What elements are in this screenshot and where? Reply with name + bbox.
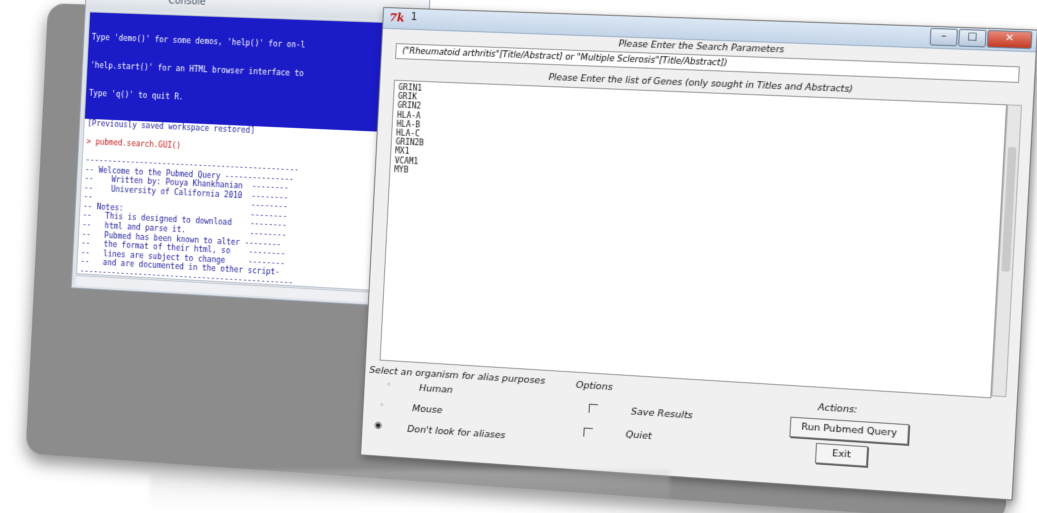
banner-line: Type 'q()' to quit R.: [89, 89, 417, 112]
radio-label-no-aliases: Don't look for aliases: [407, 424, 506, 442]
tk-app-icon: 7k: [389, 11, 405, 24]
pubmed-query-window: 7k 1 – □ ✕ Please Enter the Search Param…: [360, 7, 1037, 501]
banner-line: Type 'demo()' for some demos, 'help()' f…: [92, 33, 420, 55]
window-reflection: [150, 470, 670, 510]
save-results-checkbox[interactable]: [589, 404, 598, 414]
exit-button[interactable]: Exit: [815, 443, 868, 467]
minimize-button[interactable]: –: [930, 28, 958, 47]
genes-textarea[interactable]: GRIN1 GRIK GRIN2 HLA-A HLA-B HLA-C GRIN2B MX1 VC…: [380, 80, 1008, 399]
window-controls: – □ ✕: [930, 28, 1033, 49]
quiet-label: Quiet: [625, 429, 652, 442]
banner-line: 'help.start()' for an HTML browser inter…: [90, 61, 418, 83]
radio-label-mouse: Mouse: [412, 403, 443, 416]
radio-mouse[interactable]: ◦: [379, 402, 387, 410]
perspective-frame: Console Type 'demo()' for some demos, 'h…: [25, 0, 1037, 513]
maximize-button[interactable]: □: [958, 29, 987, 48]
r-console-banner: Type 'demo()' for some demos, 'help()' f…: [85, 12, 423, 133]
options-section-title: Options: [576, 380, 613, 393]
scrollbar-thumb[interactable]: [1001, 147, 1016, 272]
actions-section-title: Actions:: [818, 402, 858, 416]
save-results-label: Save Results: [631, 406, 693, 421]
radio-label-human: Human: [419, 383, 453, 396]
radio-no-aliases[interactable]: ◉: [374, 422, 382, 430]
screenshot-stage: Console Type 'demo()' for some demos, 'h…: [0, 0, 1037, 513]
quiet-checkbox[interactable]: [583, 428, 592, 438]
close-button[interactable]: ✕: [987, 30, 1033, 49]
gene-list: GRIN1 GRIK GRIN2 HLA-A HLA-B HLA-C GRIN2B MX1 VC…: [394, 83, 1002, 203]
run-pubmed-query-button[interactable]: Run Pubmed Query: [789, 417, 909, 445]
radio-human[interactable]: ◦: [386, 382, 394, 390]
console-lines: [Previously saved workspace restored] > …: [76, 118, 418, 293]
tk-window-title: 1: [411, 12, 418, 23]
